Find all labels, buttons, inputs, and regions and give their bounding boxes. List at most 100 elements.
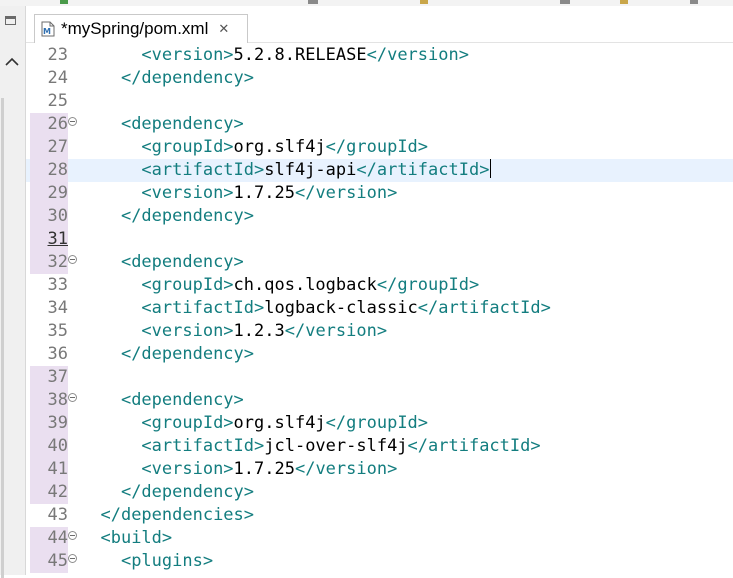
code-text: <artifactId>jcl-over-slf4j</artifactId> [80,435,540,458]
tab-title: *mySpring/pom.xml [61,19,209,38]
line-number: 26 [30,113,68,136]
code-line[interactable]: 30 </dependency> [26,205,733,228]
code-line[interactable]: 36 </dependency> [26,343,733,366]
xml-open-tag: </dependency> [120,68,255,88]
xml-open-tag: </dependency> [120,344,255,364]
fold-toggle-icon[interactable] [68,117,77,126]
xml-close-tag: </version> [284,321,388,341]
xml-open-tag: <artifactId> [141,160,265,180]
code-text: </dependency> [80,205,254,228]
code-line[interactable]: 43 </dependencies> [26,504,733,527]
code-line[interactable]: 45 <plugins> [26,550,733,573]
code-line[interactable]: 26 <dependency> [26,113,733,136]
xml-close-tag: </version> [294,183,398,203]
line-number: 23 [47,45,68,65]
svg-text:M: M [43,27,51,36]
xml-open-tag: <groupId> [141,413,234,433]
xml-open-tag: </dependency> [120,482,255,502]
line-number: 29 [30,182,68,205]
code-line[interactable]: 32 <dependency> [26,251,733,274]
code-line[interactable]: 38 <dependency> [26,389,733,412]
xml-open-tag: <version> [141,45,234,65]
code-text: <artifactId>logback-classic</artifactId> [80,297,551,320]
line-number: 37 [30,366,68,389]
code-line[interactable]: 23 <version>5.2.8.RELEASE</version> [26,44,733,67]
xml-file-icon: M [41,21,55,37]
code-text: <version>1.7.25</version> [80,182,397,205]
xml-close-tag: </groupId> [376,275,480,295]
line-number: 42 [30,481,68,504]
close-icon[interactable]: ✕ [218,21,229,37]
code-line[interactable]: 33 <groupId>ch.qos.logback</groupId> [26,274,733,297]
code-text: <groupId>ch.qos.logback</groupId> [80,274,479,297]
code-line[interactable]: 41 <version>1.7.25</version> [26,458,733,481]
panel-resize-handle[interactable] [1,98,4,578]
xml-open-tag: <artifactId> [141,298,265,318]
code-line[interactable]: 29 <version>1.7.25</version> [26,182,733,205]
xml-close-tag: </artifactId> [417,298,551,318]
line-number: 35 [47,321,68,341]
tab-pom-xml[interactable]: M *mySpring/pom.xml ✕ [34,14,248,43]
code-text: <groupId>org.slf4j</groupId> [80,136,428,159]
xml-close-tag: </version> [366,45,469,65]
xml-close-tag: </groupId> [325,137,429,157]
xml-open-tag: <dependency> [120,390,244,410]
restore-icon[interactable] [5,16,16,25]
xml-text-value: slf4j-api [264,160,357,180]
xml-text-value: org.slf4j [233,413,326,433]
code-line[interactable]: 27 <groupId>org.slf4j</groupId> [26,136,733,159]
code-line[interactable]: 35 <version>1.2.3</version> [26,320,733,343]
code-text: <version>5.2.8.RELEASE</version> [80,44,469,67]
code-line[interactable]: 42 </dependency> [26,481,733,504]
xml-open-tag: <version> [141,459,234,479]
xml-text-value: ch.qos.logback [233,275,377,295]
line-number: 30 [30,205,68,228]
line-number: 40 [30,435,68,458]
fold-toggle-icon[interactable] [68,393,77,402]
code-line[interactable]: 37 [26,366,733,389]
code-line[interactable]: 40 <artifactId>jcl-over-slf4j</artifactI… [26,435,733,458]
chevron-up-icon[interactable] [4,56,20,68]
code-line[interactable]: 39 <groupId>org.slf4j</groupId> [26,412,733,435]
line-number: 25 [47,91,68,111]
code-text: </dependency> [80,481,254,504]
xml-open-tag: <artifactId> [141,436,265,456]
code-line[interactable]: 25 [26,90,733,113]
xml-open-tag: </dependencies> [100,505,255,525]
code-text: <build> [80,527,172,550]
line-number: 28 [30,159,68,182]
xml-open-tag: <version> [141,321,234,341]
code-text: <version>1.2.3</version> [80,320,387,343]
fold-toggle-icon[interactable] [68,554,77,563]
code-text: <dependency> [80,389,244,412]
text-caret [490,159,492,178]
code-text: </dependency> [80,67,254,90]
code-line[interactable]: 34 <artifactId>logback-classic</artifact… [26,297,733,320]
line-number: 43 [47,505,68,525]
line-number: 27 [30,136,68,159]
fold-toggle-icon[interactable] [68,255,77,264]
code-line[interactable]: 31 [26,228,733,251]
code-text: <artifactId>slf4j-api</artifactId> [80,159,492,182]
code-text: <version>1.7.25</version> [80,458,397,481]
code-line[interactable]: 44 <build> [26,527,733,550]
fold-toggle-icon[interactable] [68,531,77,540]
code-line[interactable]: 28 <artifactId>slf4j-api</artifactId> [26,159,733,182]
code-line[interactable]: 24 </dependency> [26,67,733,90]
xml-text-value: 1.7.25 [233,183,295,203]
code-editor[interactable]: 23 <version>5.2.8.RELEASE</version> 24 </… [26,43,733,575]
xml-open-tag: <plugins> [120,551,214,571]
